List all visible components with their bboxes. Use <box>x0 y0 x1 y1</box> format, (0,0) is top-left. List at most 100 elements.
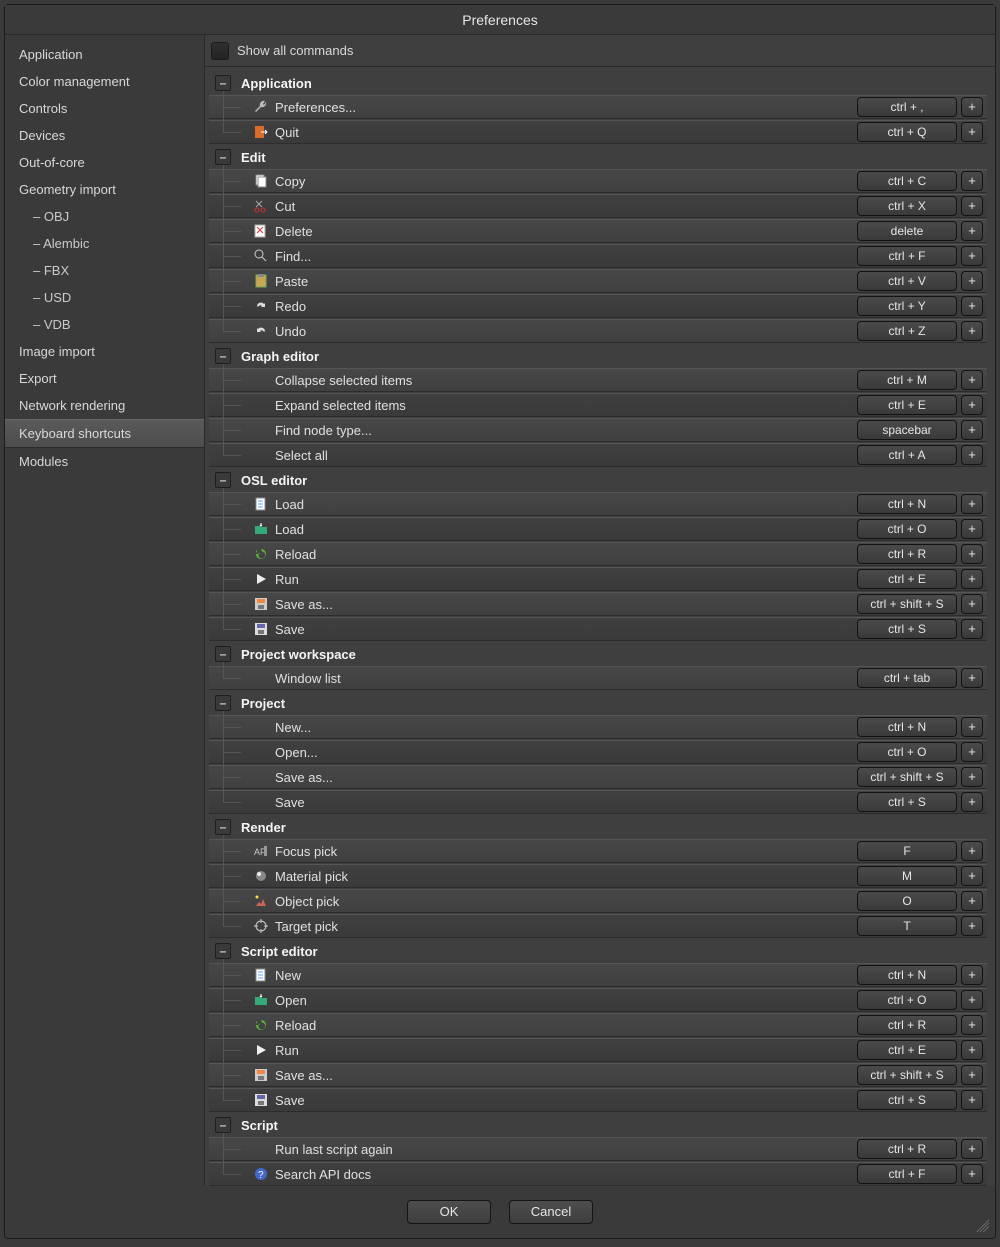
add-shortcut-button[interactable]: + <box>961 519 983 539</box>
sidebar-item[interactable]: Out-of-core <box>5 149 204 176</box>
add-shortcut-button[interactable]: + <box>961 1040 983 1060</box>
section-header[interactable]: –OSL editor <box>209 468 987 492</box>
show-all-checkbox[interactable] <box>211 42 229 60</box>
sidebar-item[interactable]: – USD <box>5 284 204 311</box>
sidebar-item[interactable]: Keyboard shortcuts <box>5 419 204 448</box>
sidebar-item[interactable]: Export <box>5 365 204 392</box>
command-row[interactable]: Select all ctrl + A + <box>209 443 987 467</box>
command-row[interactable]: Find... ctrl + F + <box>209 244 987 268</box>
section-header[interactable]: –Render <box>209 815 987 839</box>
add-shortcut-button[interactable]: + <box>961 916 983 936</box>
add-shortcut-button[interactable]: + <box>961 196 983 216</box>
shortcut-button[interactable]: ctrl + F <box>857 246 957 266</box>
shortcut-button[interactable]: ctrl + S <box>857 1090 957 1110</box>
command-row[interactable]: Load ctrl + O + <box>209 517 987 541</box>
section-header[interactable]: –Script editor <box>209 939 987 963</box>
command-row[interactable]: Collapse selected items ctrl + M + <box>209 368 987 392</box>
add-shortcut-button[interactable]: + <box>961 171 983 191</box>
sidebar-item[interactable]: – Alembic <box>5 230 204 257</box>
command-row[interactable]: New ctrl + N + <box>209 963 987 987</box>
section-header[interactable]: –Project workspace <box>209 642 987 666</box>
shortcut-button[interactable]: ctrl + O <box>857 742 957 762</box>
resize-grip[interactable] <box>973 1216 989 1232</box>
command-row[interactable]: Open... ctrl + O + <box>209 740 987 764</box>
shortcut-button[interactable]: ctrl + Y <box>857 296 957 316</box>
add-shortcut-button[interactable]: + <box>961 246 983 266</box>
command-row[interactable]: Save as... ctrl + shift + S + <box>209 592 987 616</box>
command-row[interactable]: Reload ctrl + R + <box>209 1013 987 1037</box>
add-shortcut-button[interactable]: + <box>961 965 983 985</box>
add-shortcut-button[interactable]: + <box>961 544 983 564</box>
add-shortcut-button[interactable]: + <box>961 668 983 688</box>
command-row[interactable]: Reload ctrl + R + <box>209 542 987 566</box>
shortcut-button[interactable]: F <box>857 841 957 861</box>
command-row[interactable]: Find node type... spacebar + <box>209 418 987 442</box>
ok-button[interactable]: OK <box>407 1200 491 1224</box>
shortcut-button[interactable]: ctrl + O <box>857 990 957 1010</box>
shortcut-button[interactable]: ctrl + , <box>857 97 957 117</box>
sidebar-item[interactable]: Modules <box>5 448 204 475</box>
add-shortcut-button[interactable]: + <box>961 1065 983 1085</box>
section-header[interactable]: –Graph editor <box>209 344 987 368</box>
add-shortcut-button[interactable]: + <box>961 221 983 241</box>
add-shortcut-button[interactable]: + <box>961 1139 983 1159</box>
sidebar-item[interactable]: Image import <box>5 338 204 365</box>
shortcut-button[interactable]: ctrl + shift + S <box>857 767 957 787</box>
shortcut-button[interactable]: ctrl + F <box>857 1164 957 1184</box>
command-row[interactable]: Preferences... ctrl + , + <box>209 95 987 119</box>
shortcut-button[interactable]: M <box>857 866 957 886</box>
add-shortcut-button[interactable]: + <box>961 1015 983 1035</box>
add-shortcut-button[interactable]: + <box>961 321 983 341</box>
add-shortcut-button[interactable]: + <box>961 370 983 390</box>
sidebar-item[interactable]: Geometry import <box>5 176 204 203</box>
add-shortcut-button[interactable]: + <box>961 97 983 117</box>
shortcut-button[interactable]: ctrl + R <box>857 1139 957 1159</box>
shortcut-button[interactable]: ctrl + N <box>857 717 957 737</box>
sidebar-item[interactable]: Devices <box>5 122 204 149</box>
command-row[interactable]: Target pick T + <box>209 914 987 938</box>
shortcut-button[interactable]: ctrl + N <box>857 494 957 514</box>
shortcut-button[interactable]: T <box>857 916 957 936</box>
add-shortcut-button[interactable]: + <box>961 792 983 812</box>
command-row[interactable]: Window list ctrl + tab + <box>209 666 987 690</box>
shortcuts-tree[interactable]: –Application Preferences... ctrl + , + Q… <box>205 67 995 1186</box>
shortcut-button[interactable]: O <box>857 891 957 911</box>
sidebar-item[interactable]: Controls <box>5 95 204 122</box>
add-shortcut-button[interactable]: + <box>961 717 983 737</box>
command-row[interactable]: Save ctrl + S + <box>209 1088 987 1112</box>
shortcut-button[interactable]: ctrl + R <box>857 544 957 564</box>
shortcut-button[interactable]: ctrl + shift + S <box>857 594 957 614</box>
sidebar-item[interactable]: – FBX <box>5 257 204 284</box>
command-row[interactable]: Copy ctrl + C + <box>209 169 987 193</box>
command-row[interactable]: Quit ctrl + Q + <box>209 120 987 144</box>
section-header[interactable]: –Edit <box>209 145 987 169</box>
cancel-button[interactable]: Cancel <box>509 1200 593 1224</box>
shortcut-button[interactable]: ctrl + O <box>857 519 957 539</box>
command-row[interactable]: Load ctrl + N + <box>209 492 987 516</box>
command-row[interactable]: AF Focus pick F + <box>209 839 987 863</box>
add-shortcut-button[interactable]: + <box>961 445 983 465</box>
shortcut-button[interactable]: ctrl + tab <box>857 668 957 688</box>
command-row[interactable]: Save as... ctrl + shift + S + <box>209 1063 987 1087</box>
add-shortcut-button[interactable]: + <box>961 420 983 440</box>
shortcut-button[interactable]: ctrl + S <box>857 792 957 812</box>
collapse-toggle[interactable]: – <box>215 943 231 959</box>
sidebar-item[interactable]: – VDB <box>5 311 204 338</box>
sidebar-item[interactable]: Application <box>5 41 204 68</box>
shortcut-button[interactable]: ctrl + E <box>857 395 957 415</box>
shortcut-button[interactable]: ctrl + X <box>857 196 957 216</box>
add-shortcut-button[interactable]: + <box>961 866 983 886</box>
shortcut-button[interactable]: ctrl + E <box>857 569 957 589</box>
collapse-toggle[interactable]: – <box>215 695 231 711</box>
command-row[interactable]: Undo ctrl + Z + <box>209 319 987 343</box>
add-shortcut-button[interactable]: + <box>961 841 983 861</box>
collapse-toggle[interactable]: – <box>215 348 231 364</box>
shortcut-button[interactable]: ctrl + C <box>857 171 957 191</box>
command-row[interactable]: Cut ctrl + X + <box>209 194 987 218</box>
add-shortcut-button[interactable]: + <box>961 742 983 762</box>
command-row[interactable]: Delete delete + <box>209 219 987 243</box>
collapse-toggle[interactable]: – <box>215 472 231 488</box>
add-shortcut-button[interactable]: + <box>961 271 983 291</box>
add-shortcut-button[interactable]: + <box>961 619 983 639</box>
command-row[interactable]: Object pick O + <box>209 889 987 913</box>
